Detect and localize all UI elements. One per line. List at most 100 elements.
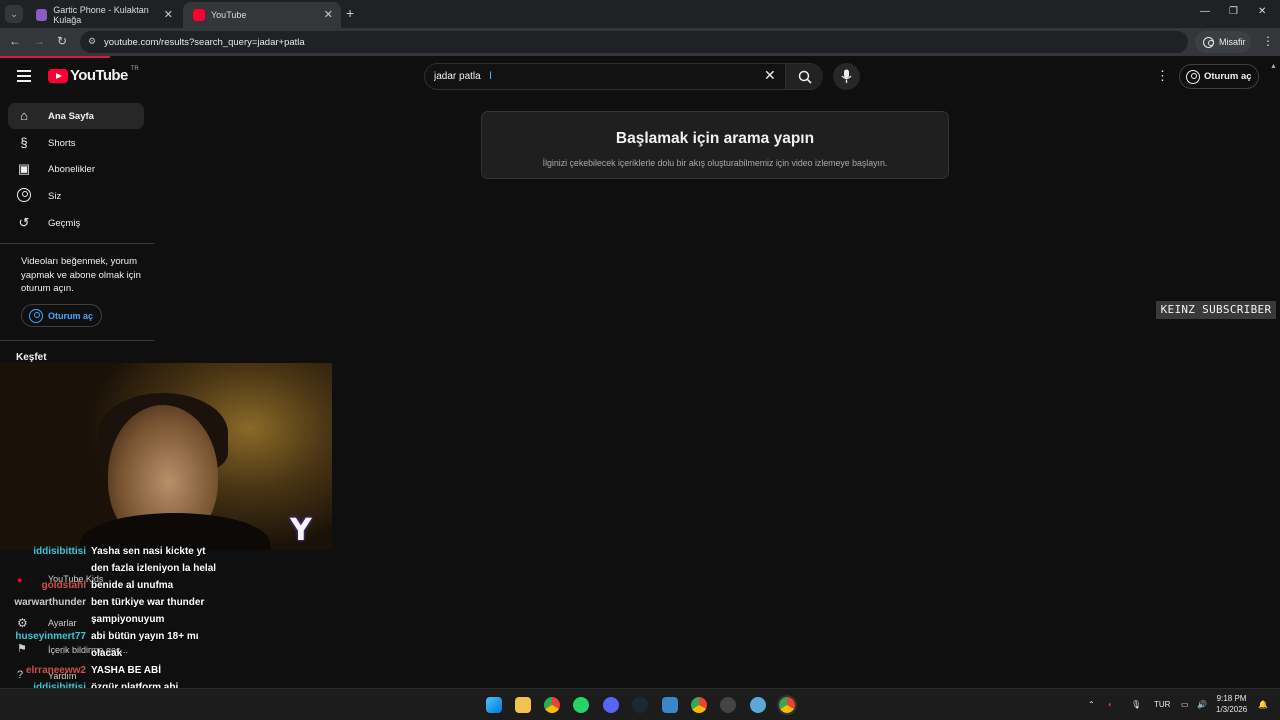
clear-search-icon[interactable]: ✕ <box>764 67 776 84</box>
chat-text: den fazla izleniyon la helal <box>91 563 217 574</box>
browser-toolbar: ← → ↻ ⚙ youtube.com/results?search_query… <box>0 28 1280 56</box>
back-icon[interactable]: ← <box>9 34 21 48</box>
reload-icon[interactable]: ↻ <box>57 34 67 48</box>
chat-message: den fazla izleniyon la helal <box>0 563 340 580</box>
settings-menu-icon[interactable]: ⋮ <box>1156 68 1169 84</box>
empty-feed-title: Başlamak için arama yapın <box>615 130 815 147</box>
new-tab-button[interactable]: + <box>346 5 354 21</box>
chat-username: huseyinmert77 <box>15 631 86 642</box>
close-window-icon[interactable]: ✕ <box>1258 6 1266 17</box>
tray-expand-icon[interactable]: ⌃ <box>1088 700 1095 709</box>
chat-message: warwarthunder ben türkiye war thunder <box>0 597 340 614</box>
microphone-icon <box>841 69 852 83</box>
home-icon: ⌂ <box>20 108 28 123</box>
site-info-icon[interactable]: ⚙ <box>88 36 96 47</box>
tab-search-button[interactable]: ⌄ <box>5 5 23 23</box>
chrome-profile-icon[interactable] <box>691 697 707 713</box>
sidebar-item-history[interactable]: ↺ Geçmiş <box>8 210 144 236</box>
close-tab-icon[interactable]: ✕ <box>164 8 173 21</box>
chat-text: Yasha sen nasi kickte yt <box>91 546 206 557</box>
youtube-logo[interactable]: YouTube TR <box>48 66 139 84</box>
notification-icon[interactable]: 🔔 <box>1258 700 1268 709</box>
steam-icon[interactable] <box>632 697 648 713</box>
chat-username: goldstahl <box>41 580 86 591</box>
clock-time: 9:18 PM <box>1216 694 1247 703</box>
sidebar-divider <box>0 340 154 341</box>
signin-note: Videoları beğenmek, yorum yapmak ve abon… <box>21 256 141 294</box>
address-bar[interactable]: ⚙ youtube.com/results?search_query=jadar… <box>80 31 1188 53</box>
restore-icon[interactable]: ❐ <box>1229 6 1238 17</box>
sidebar-signin-button[interactable]: Oturum aç <box>21 304 102 327</box>
discord-icon[interactable] <box>603 697 619 713</box>
tray-mic-icon[interactable]: 🎙 <box>1131 700 1141 709</box>
subscriptions-icon: ▣ <box>17 161 31 176</box>
chat-text: abi bütün yayın 18+ mı <box>91 631 199 642</box>
tab-label: Gartic Phone - Kulaktan Kulağa <box>53 5 149 25</box>
sidebar-item-label: Abonelikler <box>48 163 95 175</box>
sidebar-item-subscriptions[interactable]: ▣ Abonelikler <box>8 156 144 182</box>
chrome-active-icon[interactable] <box>777 695 797 715</box>
signin-label: Oturum aç <box>48 310 94 321</box>
scroll-up-arrow-icon[interactable]: ▲ <box>1270 63 1277 70</box>
system-clock[interactable]: 9:18 PM 1/3/2026 <box>1216 694 1247 715</box>
app2-icon[interactable] <box>750 697 766 713</box>
language-indicator[interactable]: TUR <box>1154 700 1170 709</box>
streamer-logo: Y <box>290 513 312 548</box>
minimize-icon[interactable]: — <box>1200 6 1210 17</box>
history-icon: ↺ <box>18 215 30 230</box>
whatsapp-icon[interactable] <box>573 697 589 713</box>
you-icon <box>16 188 32 204</box>
obs-icon[interactable] <box>720 697 736 713</box>
chat-message: huseyinmert77 abi bütün yayın 18+ mı <box>0 631 340 648</box>
profile-icon <box>1203 36 1214 48</box>
youtube-play-icon <box>48 68 68 83</box>
browser-tabstrip: ⌄ Gartic Phone - Kulaktan Kulağa ✕ YouTu… <box>0 0 1280 28</box>
close-tab-icon[interactable]: ✕ <box>324 8 333 21</box>
text-cursor-icon: I <box>489 70 493 82</box>
tab-youtube[interactable]: YouTube ✕ <box>183 2 341 28</box>
chat-text: YASHA BE ABİ <box>91 665 162 676</box>
gartic-favicon-icon <box>36 9 48 21</box>
start-icon[interactable] <box>486 697 502 713</box>
sidebar-item-shorts[interactable]: § Shorts <box>8 130 144 156</box>
signin-button[interactable]: Oturum aç <box>1179 64 1259 89</box>
clock-date: 1/3/2026 <box>1216 704 1248 714</box>
sidebar-divider <box>0 243 154 244</box>
chat-message: şampiyonuyum <box>0 614 340 631</box>
logo-text: YouTube <box>70 67 128 84</box>
file-explorer-icon[interactable] <box>515 697 531 713</box>
chat-message: iddisibittisi Yasha sen nasi kickte yt <box>0 546 340 563</box>
signin-label: Oturum aç <box>1204 71 1252 82</box>
account-icon <box>29 308 43 323</box>
sidebar-item-you[interactable]: Siz <box>8 183 144 209</box>
volume-icon[interactable]: 🔊 <box>1197 700 1207 709</box>
chrome-icon[interactable] <box>544 697 560 713</box>
sidebar-item-home[interactable]: ⌂ Ana Sayfa <box>8 103 144 129</box>
search-input[interactable] <box>434 71 734 82</box>
tray-app-icon[interactable]: ◐ <box>1108 700 1113 709</box>
streamer-shoulders <box>80 513 270 550</box>
chat-username: iddisibittisi <box>33 546 86 557</box>
empty-feed-subtitle: İlginizi çekebilecek içeriklerle dolu bi… <box>542 158 888 168</box>
search-box[interactable]: I ✕ <box>424 63 823 90</box>
windows-taskbar: ⌃ ◐ 🎙 TUR ▭ 🔊 9:18 PM 1/3/2026 🔔 <box>0 688 1280 720</box>
url-text: youtube.com/results?search_query=jadar+p… <box>104 36 305 48</box>
browser-menu-icon[interactable]: ⋮ <box>1262 34 1274 48</box>
chat-message: goldstahl benide al unufma <box>0 580 340 597</box>
sidebar-item-label: Ana Sayfa <box>48 110 94 122</box>
guest-label: Misafir <box>1219 37 1246 47</box>
chat-text: olacak <box>91 648 123 659</box>
guest-profile-button[interactable]: Misafir <box>1195 31 1251 53</box>
search-button[interactable] <box>785 64 823 89</box>
hamburger-menu-icon[interactable] <box>17 70 31 82</box>
explore-section-title: Keşfet <box>16 352 47 363</box>
app-icon[interactable] <box>662 697 678 713</box>
voice-search-button[interactable] <box>833 63 860 90</box>
empty-feed-card: Başlamak için arama yapın İlginizi çekeb… <box>481 111 949 179</box>
forward-icon[interactable]: → <box>33 34 45 48</box>
youtube-favicon-icon <box>193 9 205 21</box>
tab-gartic-phone[interactable]: Gartic Phone - Kulaktan Kulağa ✕ <box>26 2 181 28</box>
search-icon <box>798 70 812 84</box>
network-icon[interactable]: ▭ <box>1181 700 1189 709</box>
chat-text: ben türkiye war thunder <box>91 597 205 608</box>
